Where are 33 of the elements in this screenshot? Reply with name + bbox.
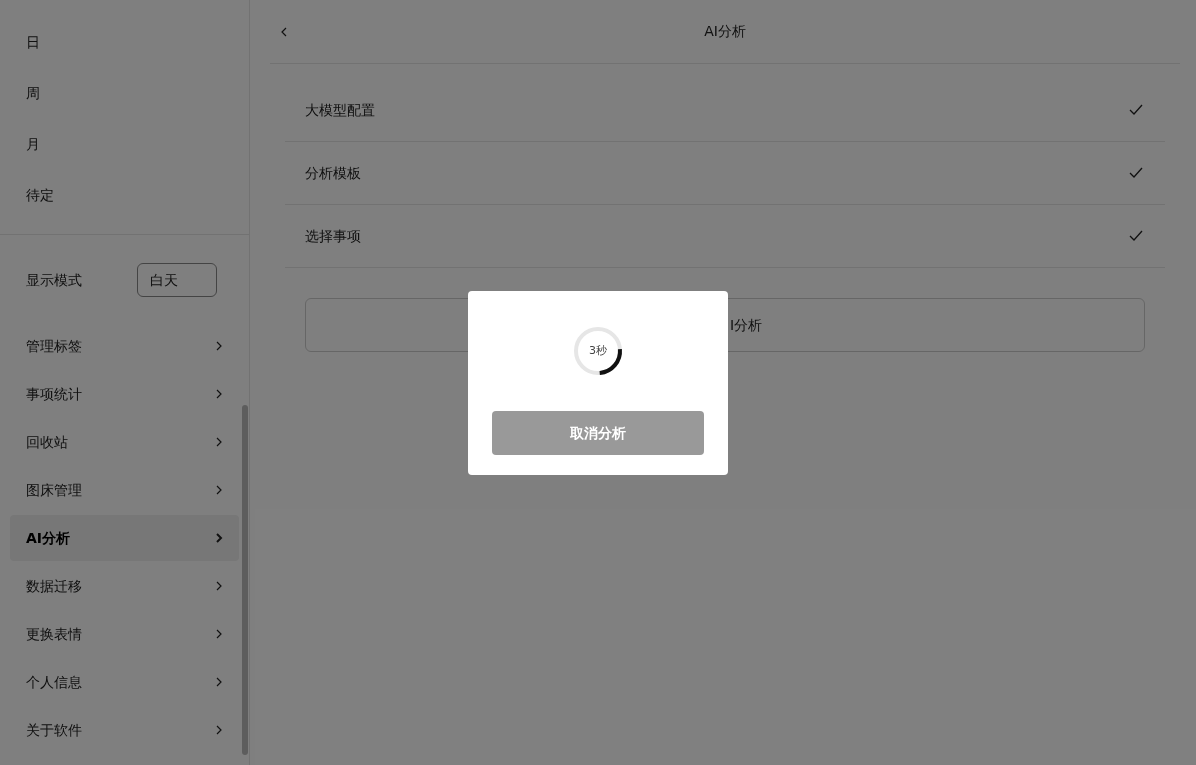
step-row[interactable]: 分析模板 [285, 142, 1165, 205]
view-item[interactable]: 日 [10, 17, 239, 68]
view-item[interactable]: 月 [10, 119, 239, 170]
page-title: AI分析 [704, 22, 746, 41]
countdown-text: 3秒 [589, 342, 607, 359]
menu-item[interactable]: 关于软件 [10, 707, 239, 753]
view-item[interactable]: 周 [10, 68, 239, 119]
scrollbar[interactable] [242, 405, 248, 755]
back-icon[interactable] [280, 26, 288, 37]
mode-select[interactable]: 白天 [137, 263, 217, 297]
chevron-right-icon [215, 485, 223, 495]
chevron-right-icon [215, 389, 223, 399]
menu-item[interactable]: 图床管理 [10, 467, 239, 513]
chevron-right-icon [215, 725, 223, 735]
chevron-right-icon [215, 437, 223, 447]
cancel-button[interactable]: 取消分析 [492, 411, 704, 455]
menu-item[interactable]: 更换表情 [10, 611, 239, 657]
chevron-right-icon [215, 581, 223, 591]
chevron-right-icon [215, 341, 223, 351]
menu-item[interactable]: 回收站 [10, 419, 239, 465]
step-row[interactable]: 选择事项 [285, 205, 1165, 268]
chevron-right-icon [215, 533, 223, 543]
view-item[interactable]: 待定 [10, 170, 239, 221]
menu-item[interactable]: 事项统计 [10, 371, 239, 417]
menu-item[interactable]: 个人信息 [10, 659, 239, 705]
chevron-right-icon [215, 677, 223, 687]
step-row[interactable]: 大模型配置 [285, 79, 1165, 142]
menu-item[interactable]: 管理标签 [10, 323, 239, 369]
chevron-right-icon [215, 629, 223, 639]
display-mode-label: 显示模式 [26, 270, 82, 290]
countdown-ring [573, 326, 623, 376]
menu-item[interactable]: 数据迁移 [10, 563, 239, 609]
menu-item[interactable]: AI分析 [10, 515, 239, 561]
